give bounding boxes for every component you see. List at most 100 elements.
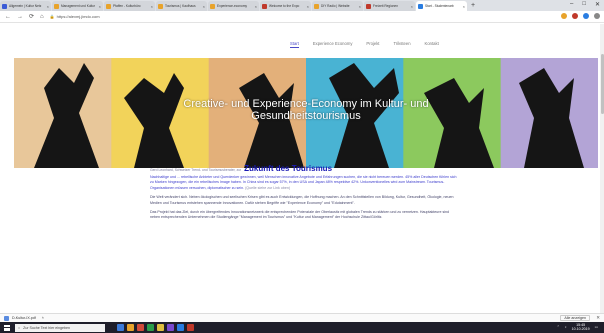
- windows-start-icon[interactable]: [4, 324, 10, 331]
- tab-label: Pfaffen - Kulturbüro: [113, 4, 141, 8]
- tab-favicon-icon: [2, 3, 7, 9]
- show-all-downloads-button[interactable]: Alle anzeigen: [560, 315, 590, 321]
- extension-icon[interactable]: [561, 13, 567, 19]
- tab-label: Tourismus | Kaufhaus: [165, 4, 196, 8]
- tab-close-icon[interactable]: ×: [359, 4, 361, 9]
- article-heading: Gerd Leonhard, Schweizer Trend- und Tour…: [150, 164, 458, 173]
- volume-icon[interactable]: ♪: [565, 325, 567, 329]
- site-nav-item[interactable]: Triksteen: [393, 41, 410, 48]
- hero-title-line-2: Gesundheitstourismus: [251, 110, 361, 122]
- taskbar-app-icon[interactable]: [117, 324, 124, 331]
- tab-favicon-icon: [210, 3, 215, 9]
- article: Gerd Leonhard, Schweizer Trend- und Tour…: [150, 164, 458, 221]
- browser-tab[interactable]: Allgemein | Kultur Netz ×: [0, 1, 51, 11]
- url-field[interactable]: 🔒 https://alexmj.jimdo.com: [50, 14, 150, 19]
- tab-close-icon[interactable]: ×: [307, 4, 309, 9]
- tab-label: DIY Radio | Website: [321, 4, 350, 8]
- browser-tab[interactable]: Management und Kultur ×: [52, 1, 103, 11]
- taskbar-app-icons: [117, 324, 194, 331]
- hero-title-line-1: Creative- und Experience-Economy im Kult…: [183, 98, 429, 110]
- tab-favicon-icon: [54, 3, 59, 9]
- taskbar-app-icon[interactable]: [187, 324, 194, 331]
- extension-icon[interactable]: [583, 13, 589, 19]
- tab-label: Start - Studentenarb: [425, 4, 454, 8]
- search-icon: ○: [18, 325, 21, 330]
- address-bar: ← → ⟳ ⌂ 🔒 https://alexmj.jimdo.com: [0, 11, 604, 23]
- back-button[interactable]: ←: [5, 14, 11, 20]
- taskbar-search-field[interactable]: ○ Zur Suche Text hier eingeben: [15, 323, 105, 332]
- network-icon[interactable]: ⌃: [557, 325, 560, 329]
- paragraph-3: Das Projekt hat das Ziel, durch ein über…: [150, 210, 450, 220]
- taskbar-app-icon[interactable]: [147, 324, 154, 331]
- tab-close-icon[interactable]: ×: [151, 4, 153, 9]
- taskbar-app-icon[interactable]: [157, 324, 164, 331]
- new-tab-button[interactable]: +: [471, 1, 475, 11]
- clock[interactable]: 15:45 10.10.2019: [572, 323, 590, 331]
- reload-button[interactable]: ⟳: [29, 13, 34, 20]
- download-item[interactable]: D-Kultur-IX.pdf ˄: [4, 315, 44, 321]
- byline: Gerd Leonhard, Schweizer Trend- und Tour…: [150, 168, 242, 172]
- lock-icon: 🔒: [49, 14, 55, 19]
- download-bar: D-Kultur-IX.pdf ˄ Alle anzeigen ✕: [0, 313, 604, 322]
- forward-button[interactable]: →: [17, 14, 23, 20]
- tab-favicon-icon: [158, 3, 163, 9]
- close-download-bar-button[interactable]: ✕: [596, 315, 600, 321]
- browser-tab[interactable]: Start - Studentenarb ×: [416, 1, 467, 11]
- web-page: Start Experience Economy Projekt Triksteen K…: [0, 24, 600, 313]
- site-nav-item[interactable]: Experience Economy: [313, 41, 353, 48]
- notification-icon[interactable]: ▭: [595, 325, 598, 329]
- extension-icon[interactable]: [594, 13, 600, 19]
- tab-close-icon[interactable]: ×: [411, 4, 413, 9]
- site-navigation: Start Experience Economy Projekt Triksteen K…: [290, 41, 439, 48]
- site-nav-item[interactable]: Start: [290, 41, 299, 48]
- system-tray: ⌃ ♪ 15:45 10.10.2019 ▭: [557, 323, 598, 331]
- tab-favicon-icon: [106, 3, 111, 9]
- taskbar-app-icon[interactable]: [137, 324, 144, 331]
- headline: Zukunft des Tourismus: [244, 164, 333, 173]
- tab-close-icon[interactable]: ×: [99, 4, 101, 9]
- window-controls: – □ ✕: [570, 1, 600, 8]
- home-button[interactable]: ⌂: [40, 14, 44, 20]
- browser-tab[interactable]: Pfaffen - Kulturbüro ×: [104, 1, 155, 11]
- tab-favicon-icon: [418, 3, 423, 9]
- scrollbar-thumb[interactable]: [600, 54, 604, 114]
- taskbar-app-icon[interactable]: [177, 324, 184, 331]
- paragraph-1: Nachhaltige und ... rebellische Anbieter…: [150, 175, 458, 191]
- maximize-button[interactable]: □: [582, 1, 586, 8]
- hero-banner: Creative- und Experience-Economy im Kult…: [14, 58, 598, 168]
- paragraph-1-text: Nachhaltige und ... rebellische Anbieter…: [150, 175, 457, 190]
- browser-tab[interactable]: Freizeit Regionen ×: [364, 1, 415, 11]
- download-filename: D-Kultur-IX.pdf: [12, 316, 36, 320]
- taskbar-app-icon[interactable]: [127, 324, 134, 331]
- site-nav-item[interactable]: Projekt: [366, 41, 379, 48]
- browser-tab[interactable]: Tourismus | Kaufhaus ×: [156, 1, 207, 11]
- browser-tab[interactable]: Welcome to the Expo ×: [260, 1, 311, 11]
- page-scrollbar[interactable]: [600, 24, 604, 313]
- windows-taskbar: ○ Zur Suche Text hier eingeben ⌃ ♪ 15:45…: [0, 322, 604, 333]
- hero-title: Creative- und Experience-Economy im Kult…: [14, 98, 598, 122]
- extension-icon[interactable]: [572, 13, 578, 19]
- browser-tab[interactable]: Experience-economy ×: [208, 1, 259, 11]
- tab-label: Freizeit Regionen: [373, 4, 398, 8]
- tab-favicon-icon: [262, 3, 267, 9]
- taskbar-search-placeholder: Zur Suche Text hier eingeben: [23, 325, 71, 330]
- tab-close-icon[interactable]: ×: [463, 4, 465, 9]
- browser-tab[interactable]: DIY Radio | Website ×: [312, 1, 363, 11]
- source-note[interactable]: (Quelle siehe zur Link oben): [245, 186, 290, 190]
- tab-close-icon[interactable]: ×: [47, 4, 49, 9]
- tab-favicon-icon: [314, 3, 319, 9]
- extension-icons: [561, 13, 600, 19]
- tab-label: Management und Kultur: [61, 4, 96, 8]
- tab-label: Experience-economy: [217, 4, 247, 8]
- chevron-up-icon[interactable]: ˄: [42, 316, 44, 320]
- site-nav-item[interactable]: Kontakt: [425, 41, 439, 48]
- url-text: https://alexmj.jimdo.com: [56, 14, 100, 19]
- tab-close-icon[interactable]: ×: [203, 4, 205, 9]
- clock-date: 10.10.2019: [571, 327, 590, 331]
- minimize-button[interactable]: –: [570, 1, 573, 8]
- tab-label: Welcome to the Expo: [269, 4, 300, 8]
- taskbar-app-icon[interactable]: [167, 324, 174, 331]
- tab-close-icon[interactable]: ×: [255, 4, 257, 9]
- close-window-button[interactable]: ✕: [595, 1, 600, 8]
- browser-tab-strip: Allgemein | Kultur Netz × Management und K…: [0, 0, 604, 11]
